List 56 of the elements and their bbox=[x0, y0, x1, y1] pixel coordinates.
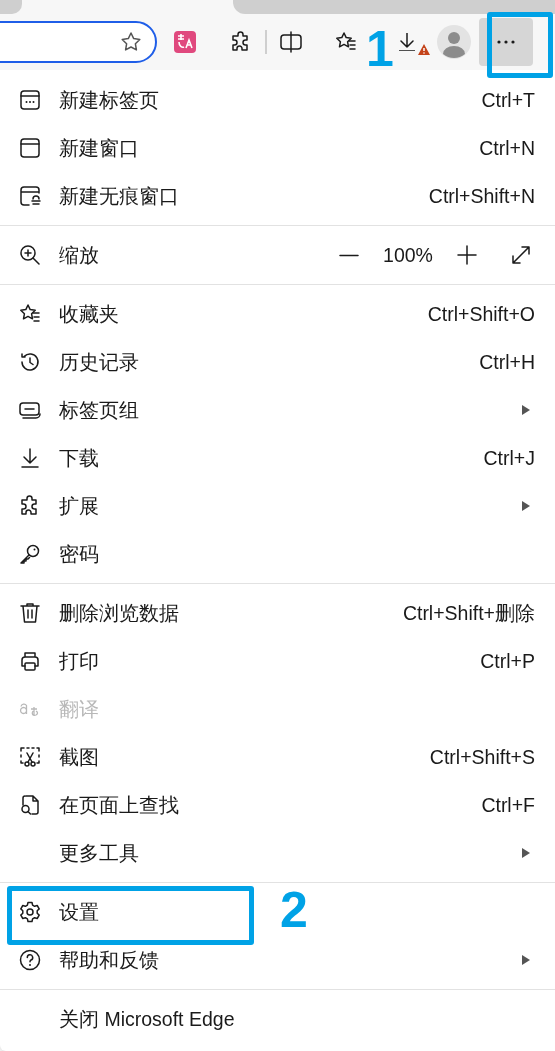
menu-item[interactable]: 关闭 Microsoft Edge bbox=[59, 1005, 235, 1033]
menu-item[interactable]: 标签页组 bbox=[59, 396, 139, 424]
shortcut-label: Ctrl+H bbox=[479, 350, 535, 374]
shortcut-label: Ctrl+Shift+N bbox=[428, 184, 535, 208]
address-bar[interactable] bbox=[0, 21, 157, 63]
menu-item[interactable]: 删除浏览数据 bbox=[59, 599, 179, 627]
menu-item[interactable]: 更多工具 bbox=[59, 839, 139, 867]
key-icon bbox=[18, 542, 42, 566]
menu-item-label: 缩放 bbox=[59, 242, 99, 268]
printer-icon bbox=[18, 649, 42, 673]
step-number: 1 bbox=[366, 24, 394, 74]
highlight-frame bbox=[487, 12, 553, 78]
history-icon bbox=[18, 350, 42, 374]
menu-item[interactable]: 新建标签页 bbox=[59, 86, 159, 114]
download-icon bbox=[398, 33, 415, 51]
shortcut-label: Ctrl+J bbox=[483, 446, 535, 470]
menu-item[interactable]: 打印 bbox=[59, 647, 99, 675]
zoom-level: 100% bbox=[382, 243, 434, 267]
help-icon bbox=[18, 948, 42, 972]
shortcut-label: Ctrl+Shift+S bbox=[429, 745, 535, 769]
menu-item[interactable]: 密码 bbox=[59, 540, 99, 568]
star-icon bbox=[119, 30, 143, 54]
menu-item[interactable]: 截图 bbox=[59, 743, 99, 771]
menu-item[interactable]: 新建无痕窗口 bbox=[59, 182, 179, 210]
shortcut-label: Ctrl+T bbox=[481, 88, 535, 112]
menu-item[interactable]: 新建窗口 bbox=[59, 134, 139, 162]
window-icon bbox=[18, 136, 42, 160]
split-screen-icon bbox=[278, 30, 303, 54]
shortcut-label: Ctrl+Shift+删除 bbox=[402, 600, 535, 626]
zoom-in-icon bbox=[18, 243, 42, 267]
menu-item[interactable]: 帮助和反馈 bbox=[59, 946, 159, 974]
menu-item[interactable]: 设置 bbox=[59, 898, 99, 926]
step-number: 2 bbox=[280, 885, 308, 935]
plus-icon bbox=[455, 243, 479, 267]
shortcut-label: Ctrl+Shift+O bbox=[427, 302, 535, 326]
menu-item[interactable]: 在页面上查找 bbox=[59, 791, 179, 819]
menu-item[interactable]: 扩展 bbox=[59, 492, 99, 520]
shortcut-label: Ctrl+N bbox=[479, 136, 535, 160]
private-window-icon bbox=[18, 184, 42, 208]
shortcut-label: Ctrl+P bbox=[480, 649, 535, 673]
avatar-icon bbox=[436, 25, 471, 59]
download-icon bbox=[18, 446, 42, 470]
trash-icon bbox=[18, 601, 42, 625]
translator-extension-button[interactable] bbox=[171, 28, 199, 56]
settings-icon bbox=[18, 900, 42, 924]
new-tab-icon bbox=[18, 88, 42, 112]
shortcut-label: Ctrl+F bbox=[481, 793, 535, 817]
menu-item[interactable]: 收藏夹 bbox=[59, 300, 119, 328]
profile-button[interactable] bbox=[436, 25, 471, 59]
minus-icon bbox=[339, 253, 359, 257]
menu-item[interactable]: 下载 bbox=[59, 444, 99, 472]
menu-item[interactable]: 历史记录 bbox=[59, 348, 139, 376]
translate-app-icon bbox=[173, 30, 197, 54]
expand-icon bbox=[509, 243, 533, 267]
screenshot-icon bbox=[18, 745, 42, 769]
find-in-page-icon bbox=[18, 793, 42, 817]
